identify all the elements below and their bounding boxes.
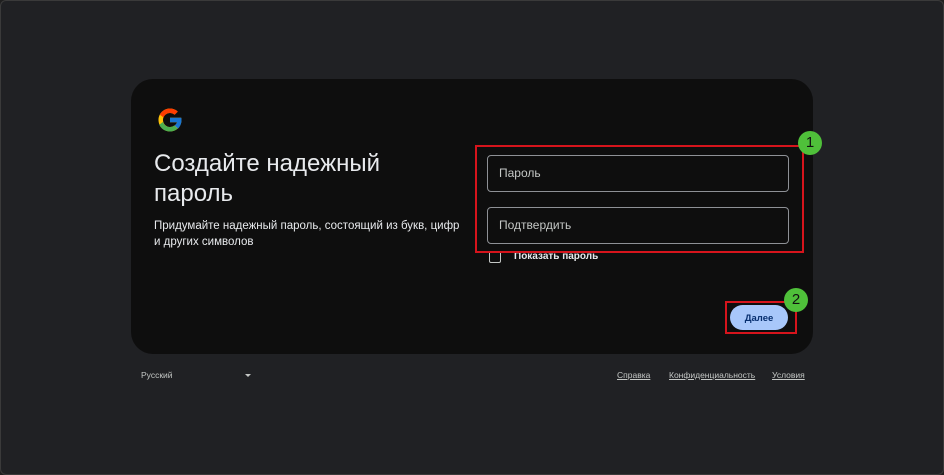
caret-down-icon[interactable] (245, 374, 251, 377)
page-subtitle: Придумайте надежный пароль, состоящий из… (154, 220, 460, 248)
language-selector[interactable]: Русский (141, 370, 173, 380)
privacy-link[interactable]: Конфиденциальность (669, 370, 755, 380)
annotation-badge-1: 1 (798, 131, 822, 155)
google-g-icon (158, 108, 183, 132)
page-title: Создайте надежный пароль (154, 150, 381, 207)
annotation-badge-2: 2 (784, 288, 808, 312)
annotation-highlight-fields (475, 145, 804, 253)
terms-link[interactable]: Условия (772, 370, 805, 380)
help-link[interactable]: Справка (617, 370, 650, 380)
